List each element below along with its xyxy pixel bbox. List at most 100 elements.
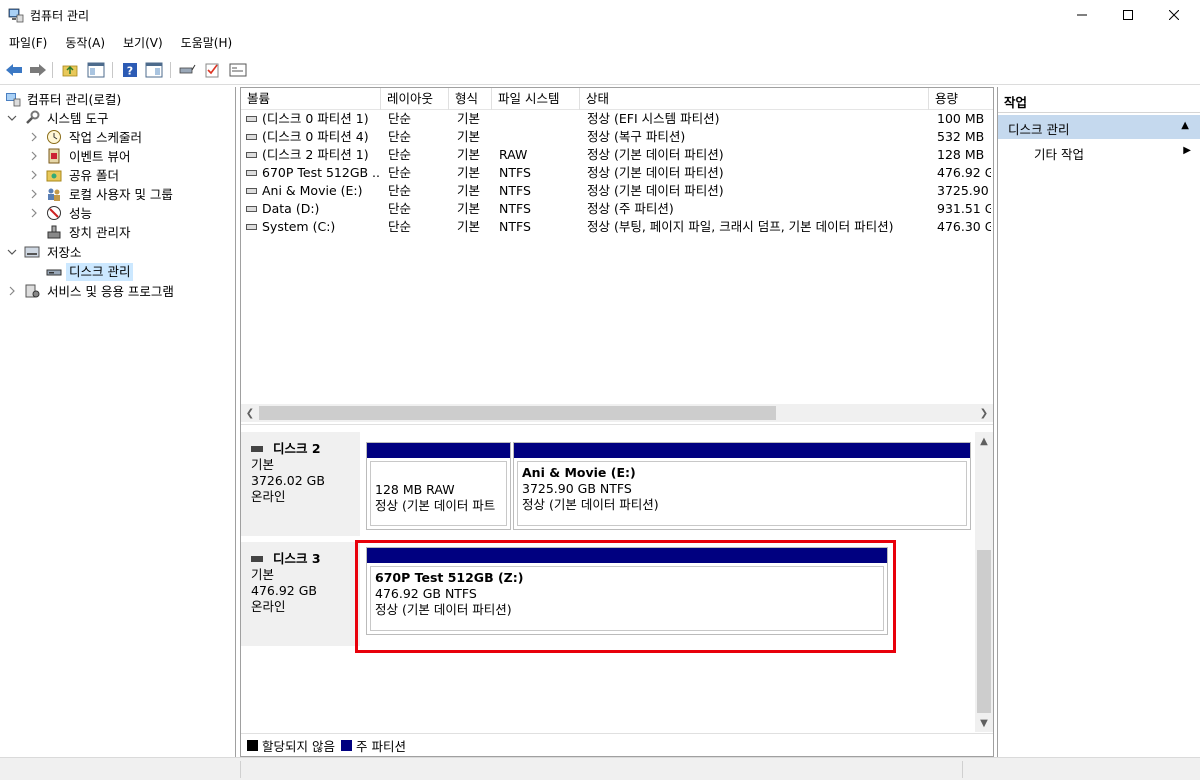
unallocated-swatch bbox=[247, 739, 258, 751]
pane-splitter[interactable] bbox=[241, 424, 993, 432]
volume-name: (디스크 2 파티션 1) bbox=[262, 147, 369, 162]
disk-connect-icon bbox=[179, 64, 196, 74]
column-header-status[interactable]: 상태 bbox=[580, 88, 929, 110]
volume-filesystem: NTFS bbox=[499, 183, 531, 198]
volume-icon bbox=[246, 116, 257, 122]
tree-label: 시스템 도구 bbox=[47, 110, 109, 126]
disk-type: 기본 bbox=[251, 457, 275, 472]
forward-button[interactable] bbox=[27, 60, 49, 80]
scroll-right-icon[interactable]: ❯ bbox=[975, 404, 993, 422]
tree-item-device-manager[interactable]: 장치 관리자 bbox=[0, 223, 236, 242]
volume-row[interactable]: (디스크 0 파티션 4) 단순 기본 정상 (복구 파티션) 532 MB bbox=[241, 128, 993, 146]
back-button[interactable] bbox=[3, 60, 25, 80]
tree-item-performance[interactable]: 성능 bbox=[0, 204, 236, 223]
partition-size: 128 MB RAW bbox=[375, 482, 455, 497]
tree-label: 컴퓨터 관리(로컬) bbox=[27, 91, 122, 107]
disk-info[interactable]: 디스크 2 기본 3726.02 GB 온라인 bbox=[241, 432, 361, 536]
volume-name: Data (D:) bbox=[262, 201, 320, 216]
actions-section-disk-management[interactable]: 디스크 관리 ▲ bbox=[998, 115, 1200, 139]
volume-row[interactable]: Data (D:) 단순 기본 NTFS 정상 (주 파티션) 931.51 G bbox=[241, 200, 993, 218]
volume-layout: 단순 bbox=[388, 111, 412, 126]
actions-more-actions[interactable]: 기타 작업 ▶ bbox=[998, 142, 1200, 162]
collapsed-chevron-icon[interactable] bbox=[29, 189, 39, 199]
menu-view[interactable]: 보기(V) bbox=[114, 31, 172, 53]
disk-view-vertical-scrollbar[interactable]: ▲ ▼ bbox=[975, 432, 993, 732]
maximize-button[interactable] bbox=[1105, 0, 1151, 30]
volume-name: (디스크 0 파티션 1) bbox=[262, 111, 369, 126]
help-button[interactable]: ? bbox=[119, 60, 141, 80]
console-tree-icon bbox=[87, 62, 105, 78]
tree-item-storage[interactable]: 저장소 bbox=[0, 243, 236, 262]
volume-icon bbox=[246, 152, 257, 158]
scroll-down-icon[interactable]: ▼ bbox=[975, 714, 993, 732]
collapsed-chevron-icon[interactable] bbox=[7, 286, 17, 296]
menu-action[interactable]: 동작(A) bbox=[56, 31, 114, 53]
console-tree: 컴퓨터 관리(로컬) 시스템 도구 작업 스케줄러 이벤트 뷰어 공유 폴더 로 bbox=[0, 87, 236, 757]
tree-item-computer-management[interactable]: 컴퓨터 관리(로컬) bbox=[0, 90, 236, 109]
shared-folder-icon bbox=[46, 170, 62, 182]
volume-row[interactable]: (디스크 0 파티션 1) 단순 기본 정상 (EFI 시스템 파티션) 100… bbox=[241, 110, 993, 128]
expand-chevron-icon[interactable] bbox=[7, 247, 17, 257]
minimize-button[interactable] bbox=[1059, 0, 1105, 30]
tree-item-local-users[interactable]: 로컬 사용자 및 그룹 bbox=[0, 185, 236, 204]
properties-icon bbox=[229, 63, 247, 77]
help-icon: ? bbox=[123, 63, 137, 78]
tree-item-event-viewer[interactable]: 이벤트 뷰어 bbox=[0, 147, 236, 166]
expand-chevron-icon[interactable] bbox=[7, 113, 17, 123]
disk-size: 3726.02 GB bbox=[251, 473, 325, 488]
volume-capacity: 128 MB bbox=[937, 147, 985, 162]
column-header-capacity[interactable]: 용량 bbox=[929, 88, 993, 110]
volume-icon bbox=[246, 206, 257, 212]
volume-layout: 단순 bbox=[388, 219, 412, 234]
partition-block[interactable]: Ani & Movie (E:) 3725.90 GB NTFS 정상 (기본 … bbox=[513, 442, 971, 530]
action-pane-icon bbox=[145, 62, 163, 78]
check-properties-button[interactable] bbox=[201, 60, 223, 80]
volume-row[interactable]: (디스크 2 파티션 1) 단순 기본 RAW 정상 (기본 데이터 파티션) … bbox=[241, 146, 993, 164]
volume-status: 정상 (EFI 시스템 파티션) bbox=[587, 111, 720, 126]
event-viewer-icon bbox=[48, 148, 60, 164]
tree-item-disk-management[interactable]: 디스크 관리 bbox=[0, 262, 236, 281]
show-hide-tree-button[interactable] bbox=[85, 60, 107, 80]
scrollbar-thumb[interactable] bbox=[977, 550, 991, 713]
menu-help[interactable]: 도움말(H) bbox=[172, 31, 242, 53]
scroll-up-icon[interactable]: ▲ bbox=[975, 432, 993, 450]
partition-block[interactable]: 128 MB RAW 정상 (기본 데이터 파트 bbox=[366, 442, 511, 530]
up-level-button[interactable] bbox=[59, 60, 81, 80]
column-header-layout[interactable]: 레이아웃 bbox=[381, 88, 449, 110]
close-button[interactable] bbox=[1151, 0, 1197, 30]
scrollbar-thumb[interactable] bbox=[259, 406, 776, 420]
volume-filesystem: NTFS bbox=[499, 201, 531, 216]
volume-type: 기본 bbox=[457, 129, 481, 144]
minimize-icon bbox=[1077, 14, 1087, 16]
volume-row[interactable]: 670P Test 512GB ... 단순 기본 NTFS 정상 (기본 데이… bbox=[241, 164, 993, 182]
tree-item-shared-folders[interactable]: 공유 폴더 bbox=[0, 166, 236, 185]
maximize-icon bbox=[1123, 10, 1133, 20]
tree-item-services-apps[interactable]: 서비스 및 응용 프로그램 bbox=[0, 282, 236, 301]
tree-item-system-tools[interactable]: 시스템 도구 bbox=[0, 109, 236, 128]
menu-file[interactable]: 파일(F) bbox=[0, 31, 56, 53]
collapsed-chevron-icon[interactable] bbox=[29, 132, 39, 142]
show-hide-action-pane-button[interactable] bbox=[143, 60, 165, 80]
collapsed-chevron-icon[interactable] bbox=[29, 151, 39, 161]
actions-header: 작업 bbox=[998, 87, 1200, 113]
scroll-left-icon[interactable]: ❮ bbox=[241, 404, 259, 422]
volume-list-horizontal-scrollbar[interactable]: ❮ ❯ bbox=[241, 404, 993, 422]
tree-label: 로컬 사용자 및 그룹 bbox=[69, 186, 173, 202]
connect-disk-button[interactable] bbox=[176, 60, 198, 80]
column-header-volume[interactable]: 볼륨 bbox=[241, 88, 381, 110]
actions-section-label: 디스크 관리 bbox=[1008, 122, 1070, 137]
column-header-filesystem[interactable]: 파일 시스템 bbox=[492, 88, 580, 110]
tree-item-task-scheduler[interactable]: 작업 스케줄러 bbox=[0, 128, 236, 147]
services-icon bbox=[25, 284, 40, 298]
partition-legend: 할당되지 않음 주 파티션 bbox=[241, 733, 993, 756]
collapsed-chevron-icon[interactable] bbox=[29, 170, 39, 180]
volume-name: 670P Test 512GB ... bbox=[262, 165, 380, 180]
collapsed-chevron-icon[interactable] bbox=[29, 208, 39, 218]
close-icon bbox=[1169, 10, 1179, 20]
properties-button[interactable] bbox=[227, 60, 249, 80]
column-header-type[interactable]: 형식 bbox=[449, 88, 492, 110]
volume-row[interactable]: System (C:) 단순 기본 NTFS 정상 (부팅, 페이지 파일, 크… bbox=[241, 218, 993, 236]
disk-info[interactable]: 디스크 3 기본 476.92 GB 온라인 bbox=[241, 542, 361, 646]
volume-status: 정상 (기본 데이터 파티션) bbox=[587, 183, 724, 198]
volume-row[interactable]: Ani & Movie (E:) 단순 기본 NTFS 정상 (기본 데이터 파… bbox=[241, 182, 993, 200]
